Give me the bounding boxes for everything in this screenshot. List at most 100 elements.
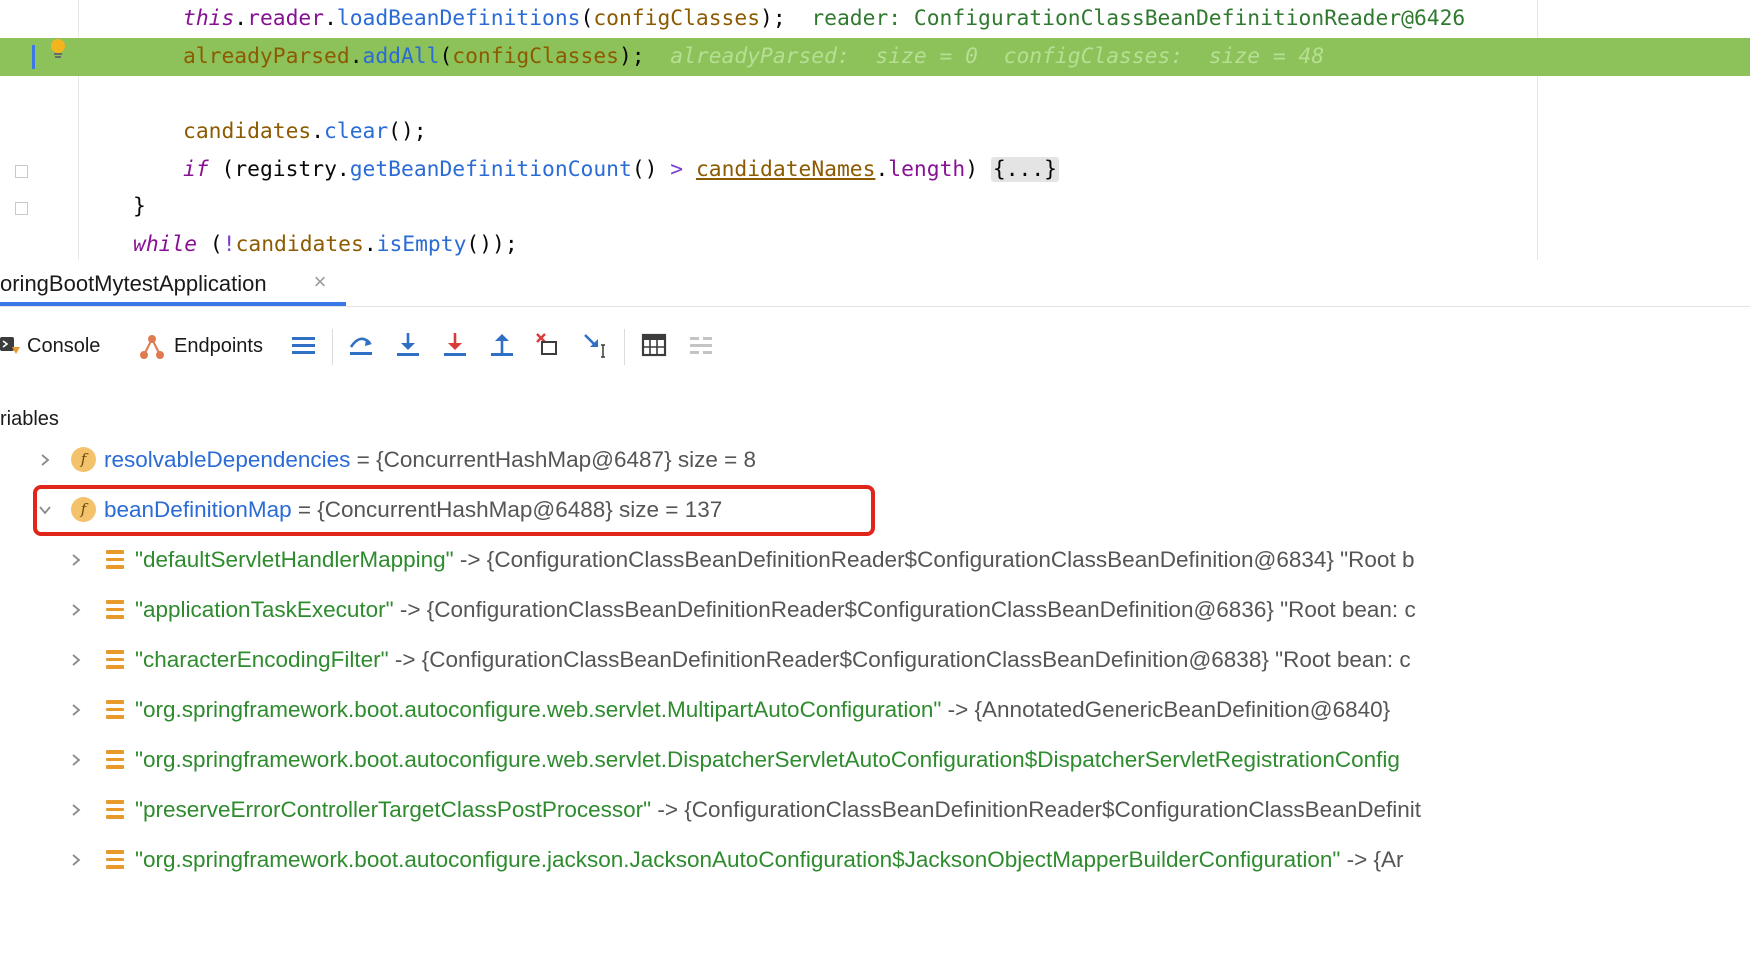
code-token: alreadyParsed: size = 0 configClasses: s… xyxy=(644,44,1325,69)
chevron-right-icon[interactable] xyxy=(38,453,52,467)
code-token: if xyxy=(183,157,209,182)
debug-tool-window: oringBootMytestApplication × Console End… xyxy=(0,260,1750,970)
code-token: registry xyxy=(234,157,337,182)
code-token: ( xyxy=(580,6,594,31)
chevron-right-icon[interactable] xyxy=(69,803,83,817)
code-token: } xyxy=(133,194,146,219)
code-line-text: while (!candidates.isEmpty()); xyxy=(133,226,518,260)
debug-session-tab[interactable]: oringBootMytestApplication xyxy=(0,260,267,307)
evaluate-expression-icon[interactable] xyxy=(639,329,669,361)
tree-row-text: "defaultServletHandlerMapping" -> {Confi… xyxy=(135,535,1414,585)
toolbar-separator xyxy=(624,329,625,365)
lightbulb-icon[interactable] xyxy=(49,38,67,60)
code-token: ); xyxy=(618,44,645,69)
code-token: length xyxy=(888,157,966,182)
code-token: ! xyxy=(222,232,236,257)
map-entry-row[interactable]: "applicationTaskExecutor" -> {Configurat… xyxy=(0,585,1750,635)
session-tab-label: oringBootMytestApplication xyxy=(0,271,267,296)
code-token: ( xyxy=(439,44,453,69)
map-entry-row[interactable]: "preserveErrorControllerTargetClassPostP… xyxy=(0,785,1750,835)
debug-toolbar: Console Endpoints xyxy=(0,307,1750,385)
code-token: {...} xyxy=(990,157,1059,182)
map-entry-icon xyxy=(106,550,124,570)
entry-value: -> {ConfigurationClassBeanDefinitionRead… xyxy=(388,647,1411,672)
entry-key: "org.springframework.boot.autoconfigure.… xyxy=(135,697,942,722)
code-token: (); xyxy=(388,119,427,144)
code-token: this xyxy=(183,6,235,31)
tree-row-text: "applicationTaskExecutor" -> {Configurat… xyxy=(135,585,1416,635)
step-into-icon[interactable] xyxy=(393,329,423,361)
entry-value: -> {ConfigurationClassBeanDefinitionRead… xyxy=(651,797,1421,822)
code-token: . xyxy=(324,6,337,31)
tree-row[interactable]: f resolvableDependencies = {ConcurrentHa… xyxy=(0,435,1750,485)
chevron-right-icon[interactable] xyxy=(69,753,83,767)
code-token: . xyxy=(311,119,325,144)
code-token: candidates xyxy=(235,232,364,257)
code-line-3: candidates.clear(); xyxy=(0,113,1750,151)
entry-key: "defaultServletHandlerMapping" xyxy=(135,547,454,572)
code-token: alreadyParsed xyxy=(183,44,350,69)
code-token: > xyxy=(670,157,684,182)
map-entry-row[interactable]: "defaultServletHandlerMapping" -> {Confi… xyxy=(0,535,1750,585)
console-tab-label: Console xyxy=(27,335,101,357)
code-token: . xyxy=(363,232,377,257)
variable-name: resolvableDependencies xyxy=(104,447,351,472)
chevron-right-icon[interactable] xyxy=(69,653,83,667)
entry-key: "org.springframework.boot.autoconfigure.… xyxy=(135,747,1400,772)
map-entry-icon xyxy=(106,850,124,870)
tree-row-text: "preserveErrorControllerTargetClassPostP… xyxy=(135,785,1421,835)
chevron-right-icon[interactable] xyxy=(69,703,83,717)
run-to-cursor-icon[interactable] xyxy=(580,329,610,361)
highlight-annotation-box xyxy=(33,485,875,536)
entry-value: -> {ConfigurationClassBeanDefinitionRead… xyxy=(393,597,1416,622)
map-entry-row[interactable]: "org.springframework.boot.autoconfigure.… xyxy=(0,735,1750,785)
entry-key: "applicationTaskExecutor" xyxy=(135,597,394,622)
drop-frame-icon[interactable] xyxy=(533,329,563,361)
tree-row-text: "org.springframework.boot.autoconfigure.… xyxy=(135,685,1390,735)
tree-row-text: "org.springframework.boot.autoconfigure.… xyxy=(135,735,1400,785)
code-line-text: if (registry.getBeanDefinitionCount() > … xyxy=(183,151,1059,189)
map-entry-row[interactable]: "org.springframework.boot.autoconfigure.… xyxy=(0,835,1750,885)
chevron-right-icon[interactable] xyxy=(69,853,83,867)
execution-point-line: alreadyParsed.addAll(configClasses); alr… xyxy=(0,38,1750,76)
map-entry-row[interactable]: "characterEncodingFilter" -> {Configurat… xyxy=(0,635,1750,685)
code-token: getBeanDefinitionCount xyxy=(349,157,632,182)
code-line-text: candidates.clear(); xyxy=(183,113,427,151)
frames-menu-icon[interactable] xyxy=(289,329,319,361)
chevron-right-icon[interactable] xyxy=(69,603,83,617)
code-token: . xyxy=(234,6,248,31)
code-line-text: this.reader.loadBeanDefinitions(configCl… xyxy=(183,0,1465,38)
code-token: clear xyxy=(324,119,389,144)
step-over-icon[interactable] xyxy=(346,329,376,361)
map-entry-icon xyxy=(106,600,124,620)
entry-value: -> {AnnotatedGenericBeanDefinition@6840} xyxy=(941,697,1391,722)
code-line-text: } xyxy=(133,188,146,226)
fold-expand-icon[interactable] xyxy=(15,165,28,178)
chevron-right-icon[interactable] xyxy=(69,553,83,567)
code-line-4: if (registry.getBeanDefinitionCount() > … xyxy=(0,151,1750,189)
code-token: ( xyxy=(197,232,223,257)
map-entry-icon xyxy=(106,700,124,720)
code-token: () xyxy=(631,157,671,182)
code-token: loadBeanDefinitions xyxy=(336,6,581,31)
code-token: ); xyxy=(760,6,786,31)
code-line-text: alreadyParsed.addAll(configClasses); alr… xyxy=(183,38,1324,76)
code-token: while xyxy=(133,232,198,257)
close-icon[interactable]: × xyxy=(310,270,330,294)
code-line-1: this.reader.loadBeanDefinitions(configCl… xyxy=(0,0,1750,38)
map-entry-row[interactable]: "org.springframework.boot.autoconfigure.… xyxy=(0,685,1750,735)
code-token: . xyxy=(349,44,363,69)
force-step-into-icon[interactable] xyxy=(440,329,470,361)
code-line-6: while (!candidates.isEmpty()); xyxy=(0,226,1750,260)
step-out-icon[interactable] xyxy=(487,329,517,361)
entry-key: "characterEncodingFilter" xyxy=(135,647,389,672)
field-icon: f xyxy=(71,447,96,472)
code-editor[interactable]: this.reader.loadBeanDefinitions(configCl… xyxy=(0,0,1750,260)
code-line-5: } xyxy=(0,188,1750,226)
tree-row-text: "org.springframework.boot.autoconfigure.… xyxy=(135,835,1404,885)
code-token: configClasses xyxy=(452,44,619,69)
code-token: . xyxy=(875,157,889,182)
fold-collapse-icon[interactable] xyxy=(15,202,28,215)
variables-panel-title: riables xyxy=(0,408,59,430)
